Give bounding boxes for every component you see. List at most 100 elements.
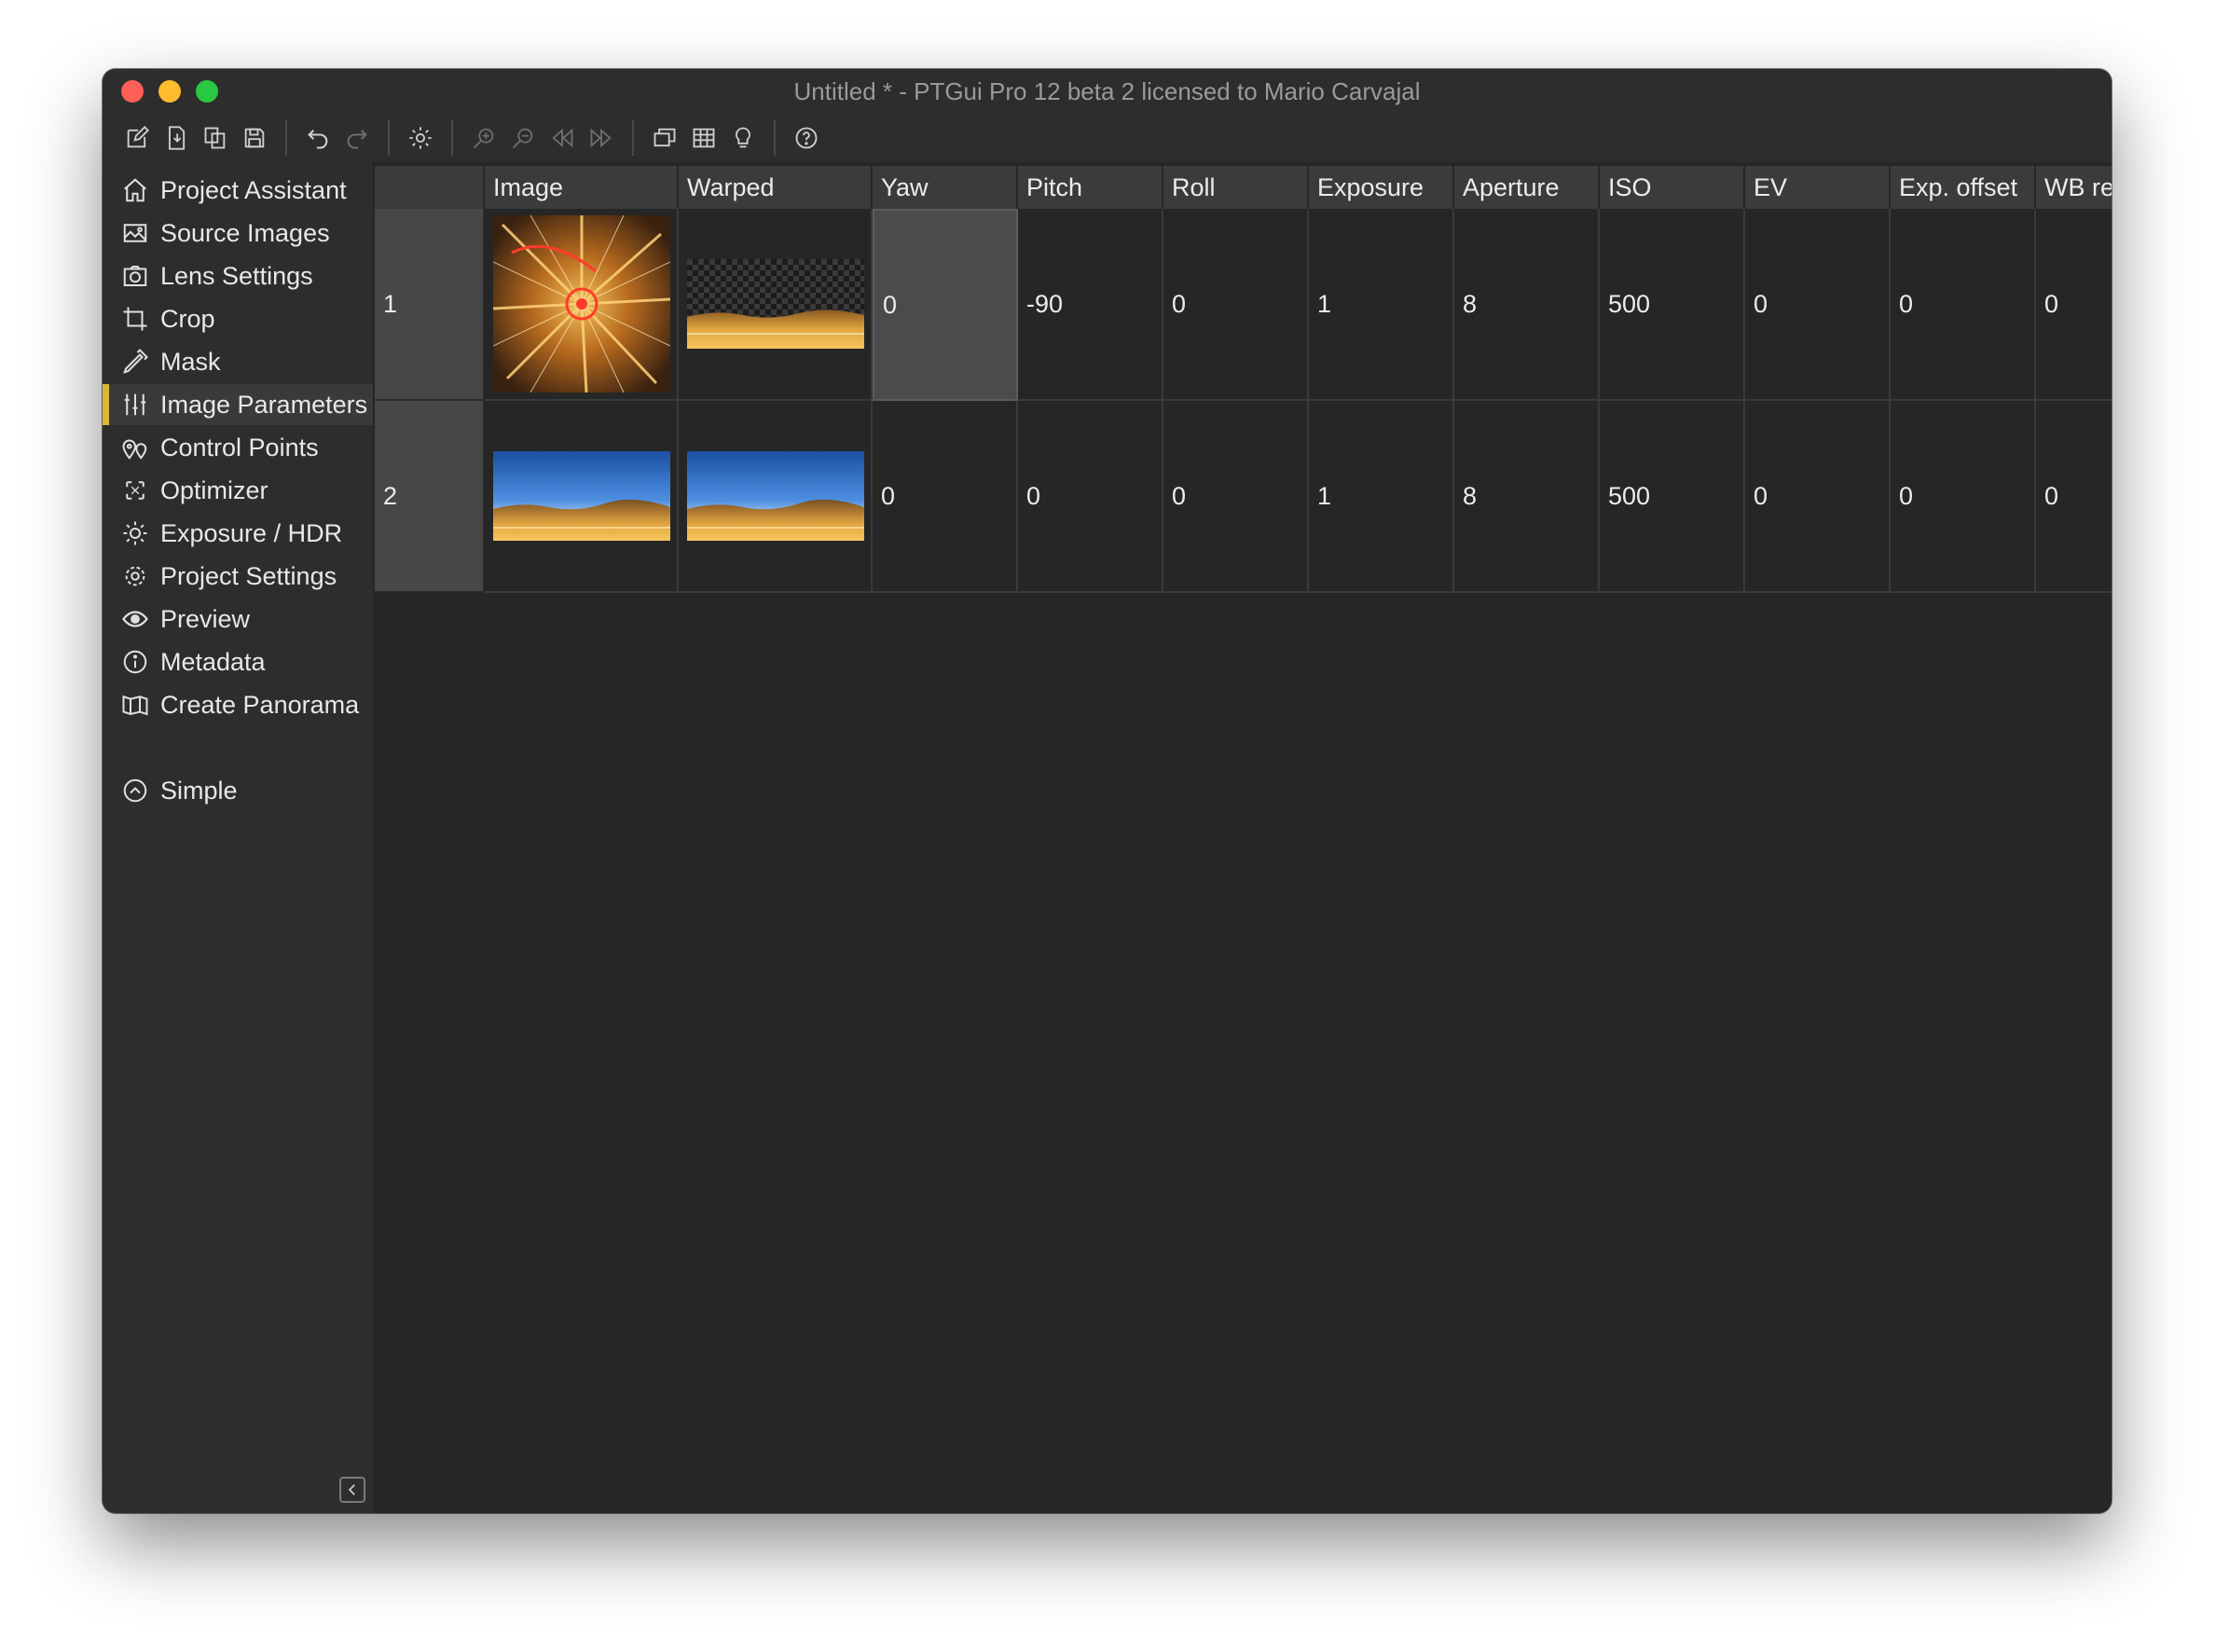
sidebar-item-label: Create Panorama [160,690,360,719]
sidebar-item-exposure-hdr[interactable]: Exposure / HDR [103,513,373,554]
warped-panorama-thumbnail [687,259,864,349]
redo-button[interactable] [337,118,377,158]
aperture-cell[interactable]: 8 [1454,209,1600,401]
panorama-thumbnail [493,451,670,541]
table-button[interactable] [684,118,723,158]
column-header-wb[interactable]: WB re [2036,166,2112,209]
sidebar-item-metadata[interactable]: Metadata [103,641,373,682]
open-project-button[interactable] [157,118,196,158]
copy-project-button[interactable] [196,118,235,158]
exposure-cell[interactable]: 1 [1309,209,1454,401]
collapse-sidebar-button[interactable] [339,1477,365,1503]
sidebar-item-lens-settings[interactable]: Lens Settings [103,255,373,296]
sidebar-item-create-panorama[interactable]: Create Panorama [103,684,373,725]
pins-icon [119,432,151,463]
column-header-exp-offset[interactable]: Exp. offset [1891,166,2036,209]
settings-button[interactable] [401,118,440,158]
save-icon [244,128,265,148]
chevron-up-circle-icon [119,775,151,806]
chevron-left-icon [348,1484,355,1495]
row-header[interactable]: 1 [375,209,485,401]
source-image-thumbnail[interactable] [485,209,679,401]
sidebar-item-label: Project Settings [160,561,337,590]
undo-icon [308,130,328,149]
settings-icon [409,127,432,149]
sidebar-item-optimizer[interactable]: Optimizer [103,470,373,511]
sidebar-item-label: Crop [160,304,215,333]
maximize-window-button[interactable] [196,80,218,103]
save-button[interactable] [235,118,274,158]
row-header[interactable]: 2 [375,401,485,593]
column-header-exposure[interactable]: Exposure [1309,166,1454,209]
lightbulb-button[interactable] [723,118,763,158]
exposure-cell[interactable]: 1 [1309,401,1454,593]
close-window-button[interactable] [121,80,144,103]
sidebar-item-control-points[interactable]: Control Points [103,427,373,468]
roll-cell[interactable]: 0 [1163,209,1309,401]
zoom-out-button[interactable] [503,118,543,158]
toolbar [103,114,2112,162]
column-header-index[interactable] [375,166,485,209]
toolbar-separator [774,120,776,156]
warped-image-thumbnail[interactable] [679,401,873,593]
info-icon [119,646,151,678]
sidebar-item-project-settings[interactable]: Project Settings [103,556,373,597]
yaw-cell[interactable]: 0 [873,209,1018,401]
zoom-in-button[interactable] [464,118,503,158]
column-header-pitch[interactable]: Pitch [1018,166,1163,209]
exp-offset-cell[interactable]: 0 [1891,401,2036,593]
sidebar-item-mask[interactable]: Mask [103,341,373,382]
column-header-ev[interactable]: EV [1745,166,1891,209]
wb-cell[interactable]: 0 [2036,401,2112,593]
gear-icon [119,560,151,592]
column-header-yaw[interactable]: Yaw [873,166,1018,209]
zoom-in-icon [473,128,494,149]
pitch-cell[interactable]: 0 [1018,401,1163,593]
sidebar-item-source-images[interactable]: Source Images [103,213,373,254]
undo-button[interactable] [298,118,337,158]
sidebar-item-crop[interactable]: Crop [103,298,373,339]
column-header-image[interactable]: Image [485,166,679,209]
toolbar-separator [451,120,453,156]
exp-offset-cell[interactable]: 0 [1891,209,2036,401]
sidebar-item-preview[interactable]: Preview [103,599,373,640]
column-header-roll[interactable]: Roll [1163,166,1309,209]
ev-cell[interactable]: 0 [1745,401,1891,593]
previous-button[interactable] [543,118,582,158]
column-header-aperture[interactable]: Aperture [1454,166,1600,209]
wb-cell[interactable]: 0 [2036,209,2112,401]
simple-mode-button[interactable]: Simple [103,770,373,811]
lightbulb-icon [736,127,750,148]
warped-panorama-thumbnail [687,451,864,541]
sidebar-item-label: Preview [160,604,251,633]
previous-icon [552,128,573,148]
sidebar-item-project-assistant[interactable]: Project Assistant [103,170,373,211]
sidebar-item-label: Image Parameters [160,390,368,419]
source-image-thumbnail[interactable] [485,401,679,593]
sidebar: Project Assistant Source Images Lens Set… [103,162,373,1513]
ev-cell[interactable]: 0 [1745,209,1891,401]
yaw-cell[interactable]: 0 [873,401,1018,593]
iso-cell[interactable]: 500 [1600,209,1745,401]
roll-cell[interactable]: 0 [1163,401,1309,593]
panorama-editor-button[interactable] [645,118,684,158]
toolbar-separator [285,120,287,156]
pitch-cell[interactable]: -90 [1018,209,1163,401]
minimize-window-button[interactable] [158,80,181,103]
help-button[interactable] [787,118,826,158]
new-project-button[interactable] [117,118,157,158]
sidebar-item-image-parameters[interactable]: Image Parameters [103,384,373,425]
sun-icon [119,517,151,549]
new-project-icon [127,126,149,148]
aperture-cell[interactable]: 8 [1454,401,1600,593]
optimizer-icon [119,475,151,506]
iso-cell[interactable]: 500 [1600,401,1745,593]
warped-image-thumbnail[interactable] [679,209,873,401]
home-icon [119,174,151,206]
window-controls [121,80,218,103]
sidebar-item-label: Mask [160,347,221,376]
column-header-warped[interactable]: Warped [679,166,873,209]
zoom-out-icon [512,128,533,149]
column-header-iso[interactable]: ISO [1600,166,1745,209]
next-button[interactable] [582,118,621,158]
